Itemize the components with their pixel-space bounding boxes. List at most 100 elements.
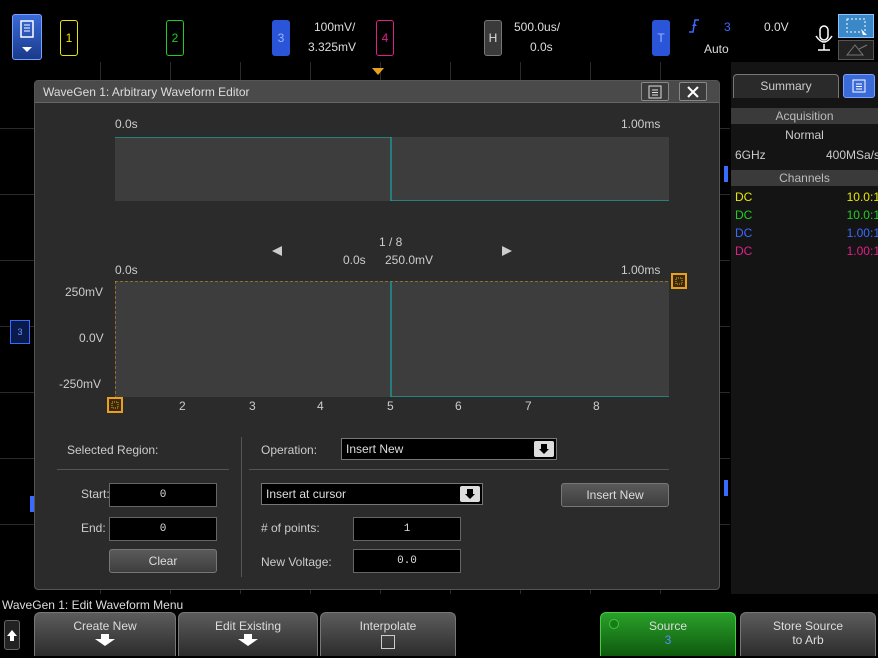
points-field[interactable]: 1 <box>353 517 461 541</box>
cursor-end-handle[interactable] <box>671 273 687 289</box>
menu-back-button[interactable] <box>4 620 20 650</box>
x-tick-label: 5 <box>387 399 394 413</box>
edit-existing-label: Edit Existing <box>214 619 282 633</box>
list-icon <box>648 85 662 98</box>
channel-3-scale: 100mV/ <box>314 20 356 34</box>
time-scale: 500.0us/ <box>514 20 561 34</box>
arrow-up-icon <box>7 630 17 641</box>
overview-plot[interactable] <box>115 137 669 201</box>
interpolate-softkey[interactable]: Interpolate <box>320 612 456 656</box>
active-indicator-icon <box>609 619 619 629</box>
start-value: 0 <box>159 489 167 501</box>
dialog-menu-button[interactable] <box>641 82 669 101</box>
source-softkey[interactable]: Source 3 <box>600 612 736 656</box>
dialog-title: WaveGen 1: Arbitrary Waveform Editor <box>43 85 250 99</box>
channels-header: Channels <box>731 170 878 186</box>
source-value: 3 <box>664 633 672 647</box>
channel-4-row: DC 1.00:1 <box>735 244 878 258</box>
channel-2-coupling: DC <box>735 208 753 222</box>
channel-2-button[interactable]: 2 <box>166 20 184 56</box>
next-point-icon[interactable] <box>501 245 513 257</box>
dialog-close-button[interactable] <box>679 82 707 101</box>
point-time: 0.0s <box>343 253 366 267</box>
bandwidth: 6GHz <box>735 148 766 162</box>
panel-menu-button[interactable] <box>843 74 875 98</box>
channel-3-offset: 3.325mV <box>308 40 357 54</box>
channel-3-ground-marker: 3 <box>10 320 30 344</box>
point-index: 1 / 8 <box>379 235 403 249</box>
channel-3-coupling: DC <box>735 226 753 240</box>
store-source-label-2: to Arb <box>792 633 824 647</box>
trigger-label: T <box>657 31 665 45</box>
start-field[interactable]: 0 <box>109 483 217 507</box>
list-icon <box>852 79 866 93</box>
channel-3-label: 3 <box>277 31 285 45</box>
select-region-icon <box>846 18 867 35</box>
summary-tab-label: Summary <box>760 79 812 93</box>
end-value: 0 <box>159 523 167 535</box>
interpolate-checkbox[interactable] <box>381 635 395 649</box>
channel-2-label: 2 <box>171 31 179 45</box>
detail-end-time: 1.00ms <box>621 263 661 277</box>
previous-point-icon[interactable] <box>271 245 283 257</box>
channel-1-label: 1 <box>65 31 73 45</box>
channel-3-probe: 1.00:1 <box>846 226 878 240</box>
insert-new-button-label: Insert New <box>586 488 644 502</box>
touch-gesture-button[interactable] <box>838 40 874 60</box>
end-field[interactable]: 0 <box>109 517 217 541</box>
detail-plot[interactable] <box>115 281 669 397</box>
clear-button-label: Clear <box>148 554 178 568</box>
clear-button[interactable]: Clear <box>109 549 217 573</box>
x-tick-label: 6 <box>455 399 462 413</box>
voltage-field[interactable]: 0.0 <box>353 549 461 573</box>
grip-icon <box>111 401 119 409</box>
edit-existing-softkey[interactable]: Edit Existing <box>178 612 318 656</box>
horizontal-button[interactable]: H <box>484 20 502 56</box>
rising-edge-icon <box>689 19 699 33</box>
menu-title: WaveGen 1: Edit Waveform Menu <box>2 598 184 612</box>
channel-3-row: DC 1.00:1 <box>735 226 878 240</box>
summary-tab[interactable]: Summary <box>733 74 839 98</box>
gesture-icon <box>845 44 868 56</box>
start-label: Start: <box>81 487 110 501</box>
y-label-bottom: -250mV <box>59 377 102 391</box>
channel-1-probe: 10.0:1 <box>846 190 878 204</box>
insert-new-button[interactable]: Insert New <box>561 483 669 507</box>
x-tick-label: 3 <box>249 399 256 413</box>
overview-end-time: 1.00ms <box>621 117 661 131</box>
channel-3-button[interactable]: 3 <box>272 20 290 56</box>
microphone-icon[interactable] <box>812 24 836 56</box>
x-tick-label: 4 <box>317 399 324 413</box>
create-new-softkey[interactable]: Create New <box>34 612 176 656</box>
channel-4-button[interactable]: 4 <box>376 20 394 56</box>
grip-icon <box>675 277 683 285</box>
store-source-softkey[interactable]: Store Source to Arb <box>740 612 876 656</box>
channel-1-button[interactable]: 1 <box>60 20 78 56</box>
operation-value: Insert New <box>346 442 404 456</box>
voltage-value: 0.0 <box>397 555 417 567</box>
operation-select[interactable]: Insert New <box>341 438 557 460</box>
x-tick-label: 7 <box>525 399 532 413</box>
channel-4-coupling: DC <box>735 244 753 258</box>
overview-start-time: 0.0s <box>115 117 138 131</box>
source-label: Source <box>648 619 688 633</box>
summary-panel: Summary Acquisition Normal 6GHz 400MSa/s… <box>731 62 878 594</box>
insert-mode-select[interactable]: Insert at cursor <box>261 483 483 505</box>
trigger-source: 3 <box>724 20 731 34</box>
chevron-down-icon <box>460 486 480 502</box>
channel-2-probe: 10.0:1 <box>846 208 878 222</box>
channel-4-probe: 1.00:1 <box>846 244 878 258</box>
trigger-button[interactable]: T <box>652 20 670 56</box>
cursor-start-handle[interactable] <box>107 397 123 413</box>
x-tick-label: 8 <box>593 399 600 413</box>
acquisition-mode: Normal <box>785 128 824 142</box>
y-label-top: 250mV <box>65 285 104 299</box>
dialog-title-bar: WaveGen 1: Arbitrary Waveform Editor <box>35 81 719 103</box>
main-menu-button[interactable] <box>12 14 42 60</box>
arrow-down-icon <box>95 634 115 646</box>
touch-select-button[interactable] <box>838 14 874 38</box>
status-bar: 1 2 3 100mV/ 3.325mV 4 H 500.0us/ 0.0s T… <box>0 0 878 62</box>
close-icon <box>687 85 699 98</box>
selected-region-title: Selected Region: <box>67 443 159 457</box>
arb-waveform-editor-dialog: WaveGen 1: Arbitrary Waveform Editor 0.0… <box>34 80 720 590</box>
